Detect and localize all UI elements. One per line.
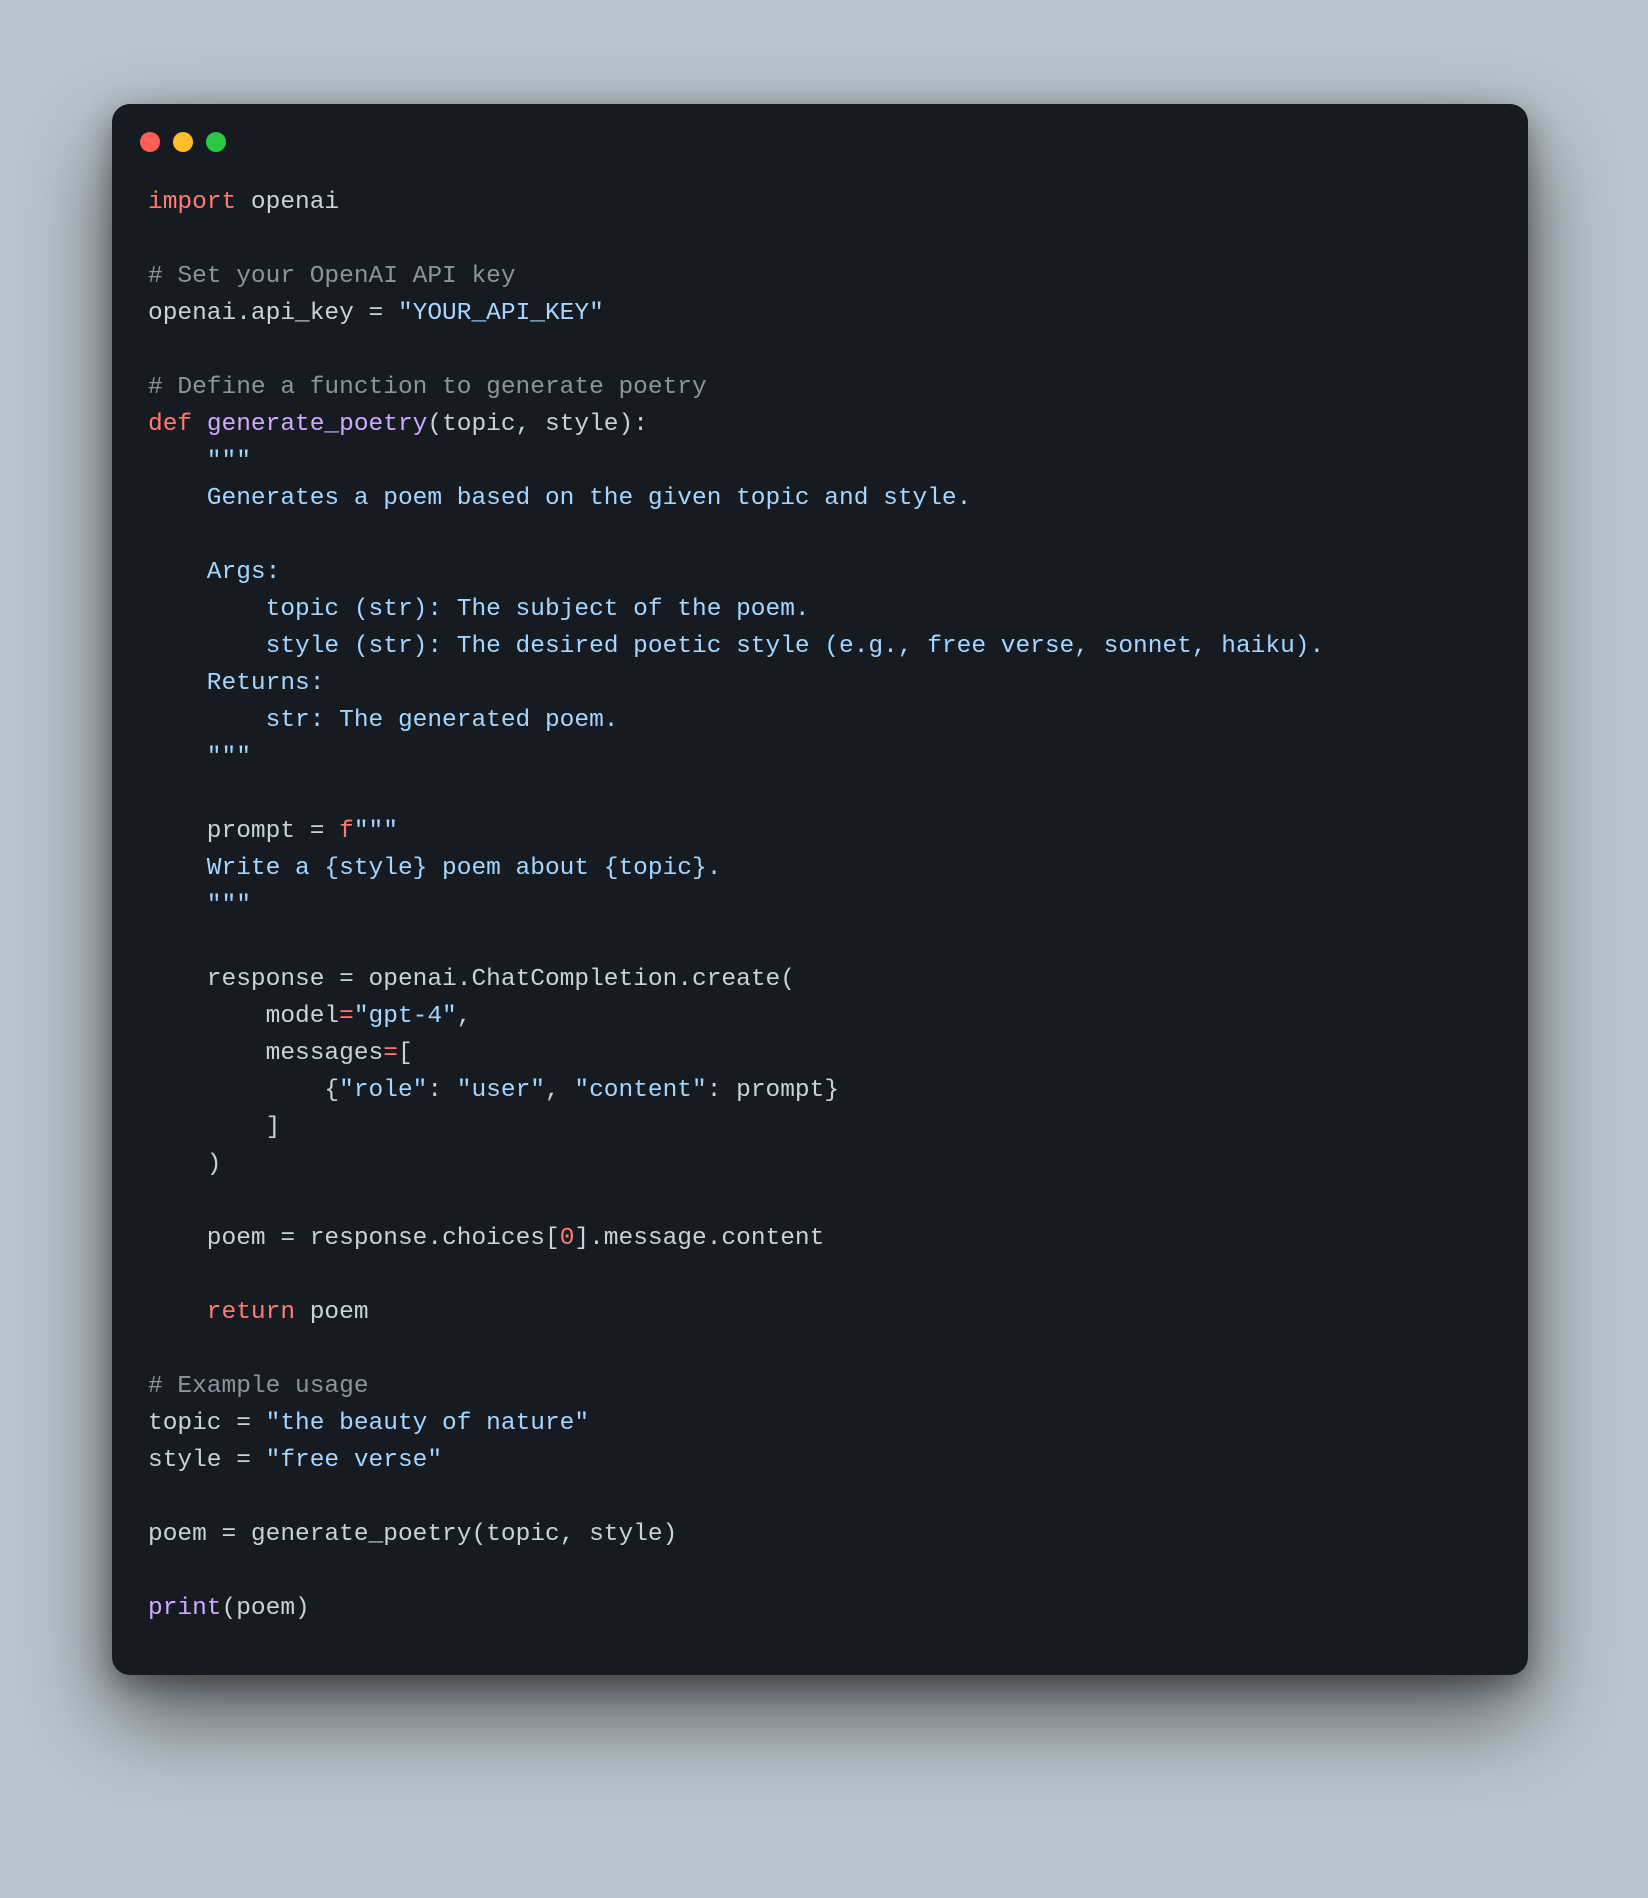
ret-poem: poem (295, 1299, 369, 1326)
fn-generate-poetry: generate_poetry (207, 411, 428, 438)
kw-def: def (148, 411, 192, 438)
str-gpt4: "gpt-4" (354, 1003, 457, 1030)
paren-close: ) (663, 1521, 678, 1548)
brace-open: { (148, 1077, 339, 1104)
zoom-icon[interactable] (206, 132, 226, 152)
attr-api-key: api_key (251, 300, 354, 327)
dot: . (457, 966, 472, 993)
arg-topic: topic (442, 411, 516, 438)
docstring-args: Args: (148, 559, 280, 586)
bracket-open: [ (398, 1040, 413, 1067)
colon: : (707, 1077, 736, 1104)
docstring-arg2: style (str): The desired poetic style (e… (148, 633, 1324, 660)
attr-content: content (721, 1225, 824, 1252)
code-editor[interactable]: import openai # Set your OpenAI API key … (112, 162, 1528, 1627)
op-eq: = (222, 1410, 266, 1437)
docstring-arg1: topic (str): The subject of the poem. (148, 596, 810, 623)
str-api-key: "YOUR_API_KEY" (398, 300, 604, 327)
kwarg-model: model (148, 1003, 339, 1030)
op-eq: = (324, 966, 368, 993)
ident-openai: openai (369, 966, 457, 993)
dict-key-role: "role" (339, 1077, 427, 1104)
paren-close-colon: ): (619, 411, 648, 438)
attr-create: create (692, 966, 780, 993)
dot: . (427, 1225, 442, 1252)
op-eq: = (295, 818, 339, 845)
attr-chatcompletion: ChatCompletion (471, 966, 677, 993)
docstring-close: """ (148, 744, 251, 771)
paren-open: ( (427, 411, 442, 438)
kw-return: return (148, 1299, 295, 1326)
ident-response: response (310, 1225, 428, 1252)
ident-openai: openai (148, 300, 236, 327)
dot: . (236, 300, 251, 327)
comment: # Set your OpenAI API key (148, 263, 516, 290)
brace-close: } (824, 1077, 839, 1104)
bracket-close: ] (574, 1225, 589, 1252)
attr-message: message (604, 1225, 707, 1252)
fstring-close: """ (148, 892, 251, 919)
ident-style: style (148, 1447, 222, 1474)
docstring-open: """ (148, 448, 251, 475)
ident-topic: topic (148, 1410, 222, 1437)
paren-open: ( (222, 1595, 237, 1622)
paren-open: ( (780, 966, 795, 993)
paren-close: ) (148, 1151, 222, 1178)
arg-style: style (589, 1521, 663, 1548)
str-topic: "the beauty of nature" (266, 1410, 589, 1437)
ident-prompt: prompt (148, 818, 295, 845)
comma: , (516, 411, 545, 438)
code-window: import openai # Set your OpenAI API key … (112, 104, 1528, 1675)
comment: # Define a function to generate poetry (148, 374, 707, 401)
ident-poem: poem (148, 1521, 207, 1548)
fn-call-generate-poetry: generate_poetry (251, 1521, 472, 1548)
op-eq: = (383, 1040, 398, 1067)
close-icon[interactable] (140, 132, 160, 152)
fn-print: print (148, 1595, 222, 1622)
stage: import openai # Set your OpenAI API key … (0, 0, 1648, 1898)
fstring-open: """ (354, 818, 398, 845)
comma: , (560, 1521, 589, 1548)
fstring-body: Write a {style} poem about {topic}. (148, 855, 721, 882)
paren-close: ) (295, 1595, 310, 1622)
dot: . (707, 1225, 722, 1252)
kw-import: import (148, 189, 236, 216)
op-eq: = (266, 1225, 310, 1252)
dict-val-user: "user" (457, 1077, 545, 1104)
mod-openai: openai (251, 189, 339, 216)
minimize-icon[interactable] (173, 132, 193, 152)
ident-response: response (148, 966, 324, 993)
fstring-prefix: f (339, 818, 354, 845)
colon: : (427, 1077, 456, 1104)
dot: . (677, 966, 692, 993)
docstring-returns: Returns: (148, 670, 324, 697)
dict-key-content: "content" (574, 1077, 706, 1104)
dot: . (589, 1225, 604, 1252)
docstring-line: Generates a poem based on the given topi… (148, 485, 971, 512)
arg-topic: topic (486, 1521, 560, 1548)
comma: , (545, 1077, 574, 1104)
paren-open: ( (471, 1521, 486, 1548)
str-style: "free verse" (266, 1447, 442, 1474)
comma: , (457, 1003, 472, 1030)
bracket-open: [ (545, 1225, 560, 1252)
kwarg-messages: messages (148, 1040, 383, 1067)
op-eq: = (354, 300, 398, 327)
op-eq: = (207, 1521, 251, 1548)
attr-choices: choices (442, 1225, 545, 1252)
arg-poem: poem (236, 1595, 295, 1622)
num-zero: 0 (560, 1225, 575, 1252)
comment: # Example usage (148, 1373, 369, 1400)
window-titlebar (112, 104, 1528, 162)
op-eq: = (222, 1447, 266, 1474)
ident-prompt: prompt (736, 1077, 824, 1104)
ident-poem: poem (148, 1225, 266, 1252)
arg-style: style (545, 411, 619, 438)
op-eq: = (339, 1003, 354, 1030)
bracket-close: ] (148, 1114, 280, 1141)
docstring-ret1: str: The generated poem. (148, 707, 618, 734)
